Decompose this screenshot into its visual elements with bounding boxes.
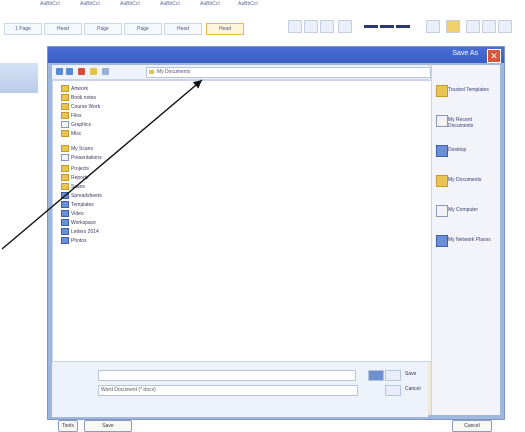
list-item[interactable]: Graphics — [61, 121, 91, 129]
file-name-area: Word Document (*.docx) Save Cancel — [52, 362, 428, 417]
tools-button[interactable]: Tools — [58, 420, 78, 432]
style-button-1[interactable]: 1 Page — [4, 23, 42, 35]
place-item[interactable]: My Documents — [436, 175, 496, 201]
save-button[interactable]: Save — [84, 420, 132, 432]
path-field[interactable]: My Documents — [146, 67, 448, 78]
style-gallery-item-1[interactable]: AaBbCcI — [40, 1, 60, 8]
list-item[interactable]: Book notes — [61, 94, 96, 102]
list-item[interactable]: Photos — [61, 237, 87, 245]
chevron-down-icon[interactable] — [385, 370, 401, 381]
style-button-6[interactable]: Head — [206, 23, 244, 35]
format-icon[interactable] — [338, 20, 352, 33]
list-item[interactable]: Course Work — [61, 103, 100, 111]
style-gallery-item-5[interactable]: AaBbCcI — [200, 1, 220, 8]
dialog-title: Save As — [452, 50, 478, 57]
back-icon[interactable] — [56, 68, 63, 75]
list-item[interactable]: Scans — [61, 183, 85, 191]
select-icon[interactable] — [498, 20, 512, 33]
file-type-select[interactable]: Word Document (*.docx) — [98, 385, 358, 396]
place-item[interactable]: Trusted Templates — [436, 85, 496, 111]
find-icon[interactable] — [426, 20, 440, 33]
ribbon-toolbar — [286, 18, 521, 36]
format-icon[interactable] — [288, 20, 302, 33]
line-style-icon[interactable] — [364, 25, 378, 28]
save-label: Save — [405, 371, 417, 377]
list-item[interactable]: Projects — [61, 165, 89, 173]
file-name-dropdown[interactable] — [368, 370, 384, 381]
ribbon: AaBbCcI AaBbCcI AaBbCcI AaBbCcI AaBbCcI … — [0, 0, 525, 44]
style-button-2[interactable]: Head — [44, 23, 82, 35]
list-item[interactable]: Spreadsheets — [61, 192, 102, 200]
list-item[interactable]: Reports — [61, 174, 89, 182]
list-item[interactable]: Files — [61, 112, 82, 120]
list-item[interactable]: Workspace — [61, 219, 96, 227]
format-icon[interactable] — [320, 20, 334, 33]
style-gallery-item-4[interactable]: AaBbCcI — [160, 1, 180, 8]
style-gallery-item-2[interactable]: AaBbCcI — [80, 1, 100, 8]
place-item[interactable]: Desktop — [436, 145, 496, 171]
style-gallery-item-3[interactable]: AaBbCcI — [120, 1, 140, 8]
replace-icon[interactable] — [446, 20, 460, 33]
line-style-icon[interactable] — [396, 25, 410, 28]
list-item[interactable]: My Scans — [61, 145, 93, 153]
style-button-5[interactable]: Head — [164, 23, 202, 35]
style-button-4[interactable]: Page — [124, 23, 162, 35]
save-dialog: Save As ✕ My Documents Artwork Book note… — [47, 46, 505, 432]
list-item[interactable]: Video — [61, 210, 84, 218]
document-edge — [0, 63, 38, 93]
file-name-input[interactable] — [98, 370, 356, 381]
line-style-icon[interactable] — [380, 25, 394, 28]
select-icon[interactable] — [466, 20, 480, 33]
style-button-3[interactable]: Page — [84, 23, 122, 35]
list-item[interactable]: Misc — [61, 130, 81, 138]
place-item[interactable]: My Network Places — [436, 235, 496, 261]
cancel-button[interactable]: Cancel — [452, 420, 492, 432]
file-list[interactable]: Artwork Book notes Course Work Files Gra… — [52, 80, 434, 362]
views-icon[interactable] — [102, 68, 109, 75]
format-icon[interactable] — [304, 20, 318, 33]
place-item[interactable]: My Computer — [436, 205, 496, 231]
up-folder-icon[interactable] — [66, 68, 73, 75]
close-icon[interactable]: ✕ — [487, 49, 501, 63]
list-item[interactable]: Presentations — [61, 154, 102, 162]
dialog-title-bar[interactable]: Save As ✕ — [48, 47, 504, 63]
style-gallery-item-6[interactable]: AaBbCcI — [238, 1, 258, 8]
list-item[interactable]: Templates — [61, 201, 94, 209]
cancel-label: Cancel — [405, 386, 421, 392]
places-bar: Trusted Templates My Recent Documents De… — [431, 65, 500, 415]
list-item[interactable]: Letters 2014 — [61, 228, 99, 236]
list-item[interactable]: Artwork — [61, 85, 88, 93]
delete-icon[interactable] — [78, 68, 85, 75]
place-item[interactable]: My Recent Documents — [436, 115, 496, 141]
new-folder-icon[interactable] — [90, 68, 97, 75]
chevron-down-icon[interactable] — [385, 385, 401, 396]
dialog-content: My Documents Artwork Book notes Course W… — [52, 65, 500, 432]
select-icon[interactable] — [482, 20, 496, 33]
dialog-toolbar: My Documents — [52, 65, 448, 80]
